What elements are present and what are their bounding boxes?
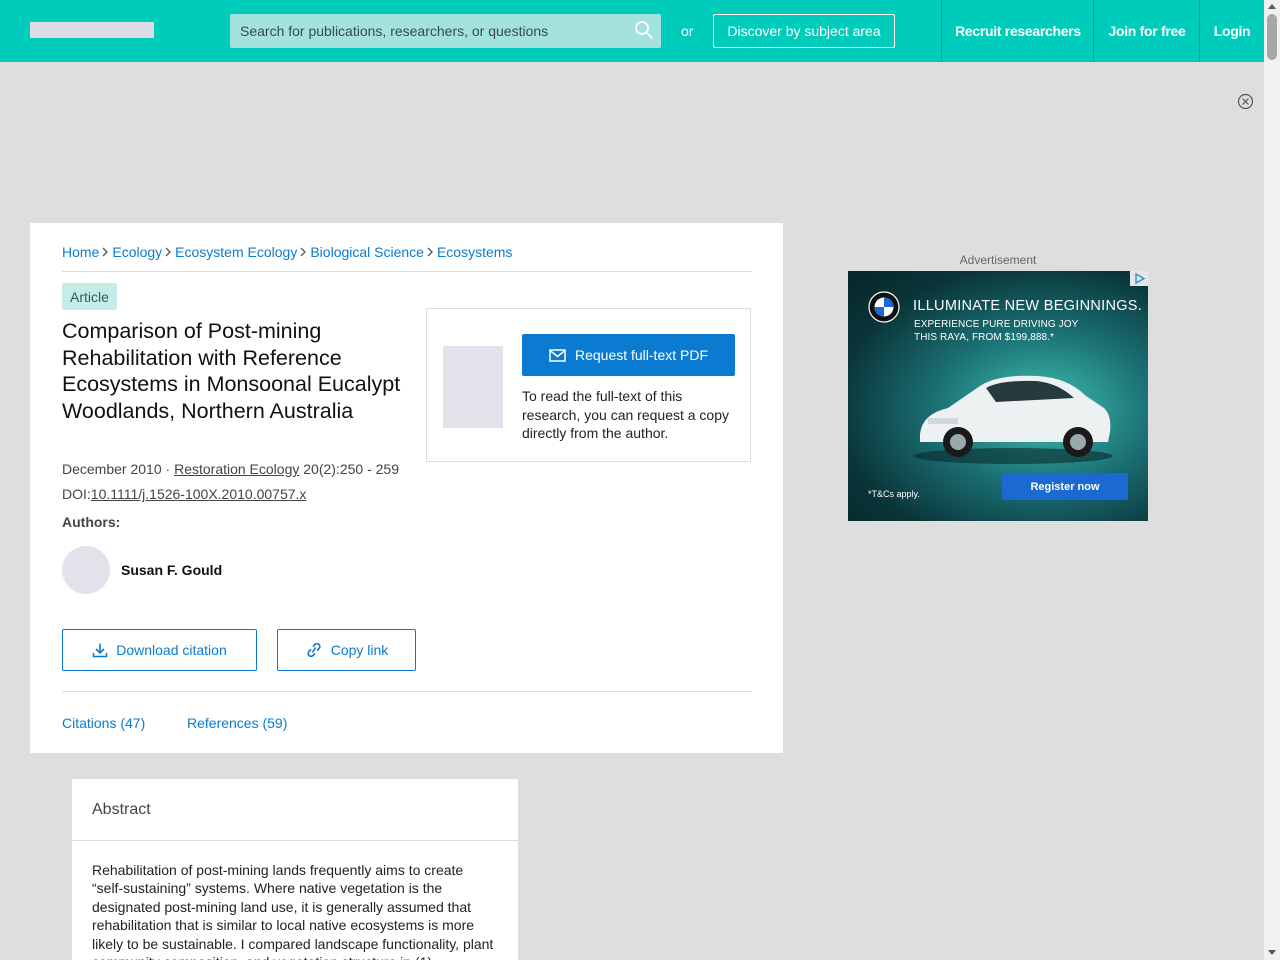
bmw-logo-icon	[868, 291, 900, 323]
car-image	[913, 375, 1113, 464]
ad-headline: ILLUMINATE NEW BEGINNINGS.	[913, 298, 1143, 314]
tabs-divider	[62, 691, 752, 692]
download-icon	[92, 643, 108, 658]
breadcrumb-item-ecology[interactable]: Ecology	[112, 244, 162, 260]
ad-subtext-line: THIS RAYA, FROM $199,888.*	[914, 332, 1055, 343]
request-fulltext-panel: Request full-text PDF To read the full-t…	[426, 308, 751, 462]
ad-terms: *T&Cs apply.	[868, 489, 920, 499]
author-name[interactable]: Susan F. Gould	[121, 562, 222, 578]
copy-link-label: Copy link	[330, 642, 389, 658]
scrollbar-thumb[interactable]	[1267, 14, 1277, 60]
scroll-down-arrow-icon[interactable]	[1268, 950, 1276, 955]
publication-date: December 2010	[62, 461, 162, 477]
mail-icon	[549, 348, 566, 362]
site-logo[interactable]	[30, 22, 154, 38]
download-citation-button[interactable]: Download citation	[62, 629, 257, 671]
request-fulltext-button[interactable]: Request full-text PDF	[522, 334, 735, 376]
abstract-section: Abstract Rehabilitation of post-mining l…	[71, 778, 519, 960]
breadcrumb-item-biological-science[interactable]: Biological Science	[310, 244, 424, 260]
ad-choices-icon[interactable]	[1130, 271, 1148, 286]
tab-references[interactable]: References (59)	[187, 715, 287, 731]
page-title: Comparison of Post-mining Rehabilitation…	[62, 319, 401, 423]
copy-link-button[interactable]: Copy link	[277, 629, 416, 671]
doi-link[interactable]: 10.1111/j.1526-100X.2010.00757.x	[91, 486, 307, 502]
ad-register-button[interactable]: Register now	[1002, 473, 1128, 500]
breadcrumb-item-home[interactable]: Home	[62, 244, 99, 260]
abstract-text: Rehabilitation of post-mining lands freq…	[92, 862, 494, 960]
publication-meta: December 2010 · Restoration Ecology 20(2…	[62, 461, 399, 477]
avatar[interactable]	[62, 546, 110, 594]
breadcrumb-item-ecosystem-ecology[interactable]: Ecosystem Ecology	[175, 244, 297, 260]
abstract-heading: Abstract	[72, 779, 518, 841]
publication-card: Home Ecology Ecosystem Ecology Biologica…	[30, 223, 783, 753]
request-fulltext-label: Request full-text PDF	[574, 347, 709, 363]
or-text: or	[681, 23, 694, 39]
doi-line: DOI:10.1111/j.1526-100X.2010.00757.x	[62, 486, 306, 502]
article-type-badge: Article	[62, 283, 117, 310]
discover-by-subject-button[interactable]: Discover by subject area	[713, 14, 895, 48]
chevron-right-icon	[427, 247, 433, 257]
journal-link[interactable]: Restoration Ecology	[174, 461, 299, 477]
search-input[interactable]	[230, 14, 620, 48]
chevron-right-icon	[300, 247, 307, 257]
document-thumbnail	[443, 346, 503, 428]
meta-separator: ·	[161, 461, 175, 477]
authors-label: Authors:	[62, 514, 121, 530]
search-icon[interactable]	[634, 20, 654, 40]
tab-citations[interactable]: Citations (47)	[62, 715, 145, 731]
breadcrumb-item-ecosystems[interactable]: Ecosystems	[437, 244, 512, 260]
top-navigation-bar: or Discover by subject area Recruit rese…	[0, 0, 1264, 62]
chevron-right-icon	[165, 247, 172, 257]
ad-subtext: EXPERIENCE PURE DRIVING JOY THIS RAYA, F…	[914, 318, 1078, 344]
join-for-free-link[interactable]: Join for free	[1093, 0, 1200, 62]
login-link[interactable]: Login	[1199, 0, 1264, 62]
ad-subtext-line: EXPERIENCE PURE DRIVING JOY	[914, 319, 1079, 330]
request-description: To read the full-text of this research, …	[522, 388, 730, 442]
doi-label: DOI:	[62, 486, 91, 502]
recruit-researchers-link[interactable]: Recruit researchers	[941, 0, 1094, 62]
close-circle-icon[interactable]	[1237, 93, 1254, 110]
advertisement-banner[interactable]: ILLUMINATE NEW BEGINNINGS. EXPERIENCE PU…	[848, 271, 1148, 521]
breadcrumb: Home Ecology Ecosystem Ecology Biologica…	[62, 244, 752, 272]
download-citation-label: Download citation	[116, 642, 227, 658]
volume-pages: 20(2):250 - 259	[299, 461, 399, 477]
search-bar[interactable]	[230, 14, 661, 48]
page-scrollbar[interactable]	[1264, 0, 1280, 960]
link-icon	[307, 642, 321, 658]
chevron-right-icon	[102, 247, 109, 257]
scroll-up-arrow-icon[interactable]	[1268, 4, 1276, 9]
advertisement-label: Advertisement	[959, 253, 1037, 267]
